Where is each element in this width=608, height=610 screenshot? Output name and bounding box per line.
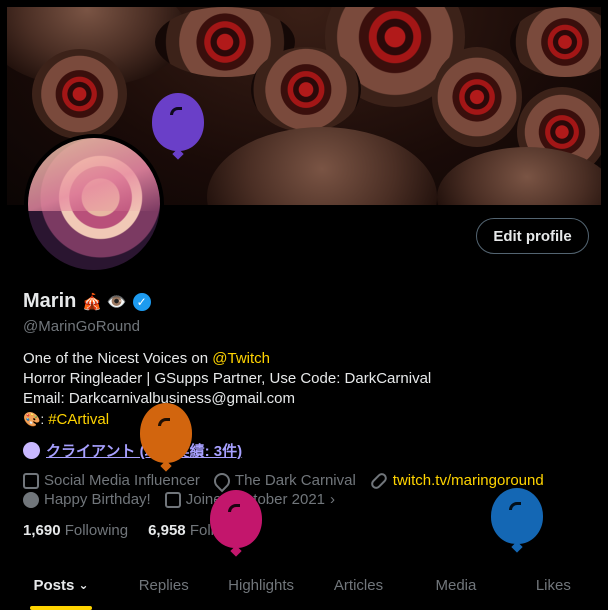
following-count[interactable]: 1,690 Following [23,522,128,539]
briefcase-icon [23,472,39,489]
active-tab-indicator [30,606,92,610]
name-emojis: 🎪 👁️ [82,293,127,311]
palette-emoji: 🎨: [23,411,49,427]
client-badge[interactable]: クライアント (取引実績: 3件) [23,440,242,461]
tab-articles[interactable]: Articles [310,560,407,610]
tab-posts[interactable]: Posts ⌄ [7,560,115,610]
website-link[interactable]: twitch.tv/maringoround [393,472,544,489]
tab-highlights[interactable]: Highlights [212,560,309,610]
location-pin-icon [210,469,234,492]
edit-profile-button[interactable]: Edit profile [476,218,589,254]
bio-line-1: One of the Nicest Voices on @Twitch [23,350,271,367]
bio-line-2: Horror Ringleader | GSupps Partner, Use … [23,370,432,387]
birthday-balloon-purple [152,93,204,151]
bio-line-3: Email: Darkcarnivalbusiness@gmail.com [23,390,295,407]
balloon-icon [23,491,39,508]
tab-media[interactable]: Media [407,560,504,610]
profile-meta-row-2: Happy Birthday! Joined October 2021 › [23,491,349,508]
birthday-balloon-orange [140,403,192,463]
website-item[interactable]: twitch.tv/maringoround [368,470,544,491]
profile-meta-row-1: Social Media Influencer The Dark Carniva… [23,469,558,492]
link-icon [368,470,389,491]
profile-avatar[interactable] [24,134,164,274]
profile-tabs: Posts ⌄ Replies Highlights Articles Medi… [7,560,602,610]
bio-line-4: 🎨: #CArtival [23,409,431,429]
user-handle: @MarinGoRound [23,318,140,335]
location-item: The Dark Carnival [210,469,356,492]
tab-replies[interactable]: Replies [115,560,212,610]
verified-badge-icon[interactable]: ✓ [132,292,151,311]
bio: One of the Nicest Voices on @Twitch Horr… [23,349,431,429]
display-name: Marin [23,290,77,312]
display-name-row: Marin 🎪 👁️ ✓ [23,290,151,313]
calendar-icon [164,491,181,508]
chevron-right-icon: › [330,491,335,508]
birthday-item: Happy Birthday! [23,491,151,508]
category-item: Social Media Influencer [23,472,200,489]
chevron-down-icon: ⌄ [78,578,89,592]
client-icon [23,442,40,459]
hashtag-link[interactable]: #CArtival [48,411,109,428]
twitch-mention-link[interactable]: @Twitch [212,350,270,367]
birthday-balloon-pink [210,490,262,548]
birthday-balloon-blue [491,488,543,544]
tab-likes[interactable]: Likes [505,560,602,610]
